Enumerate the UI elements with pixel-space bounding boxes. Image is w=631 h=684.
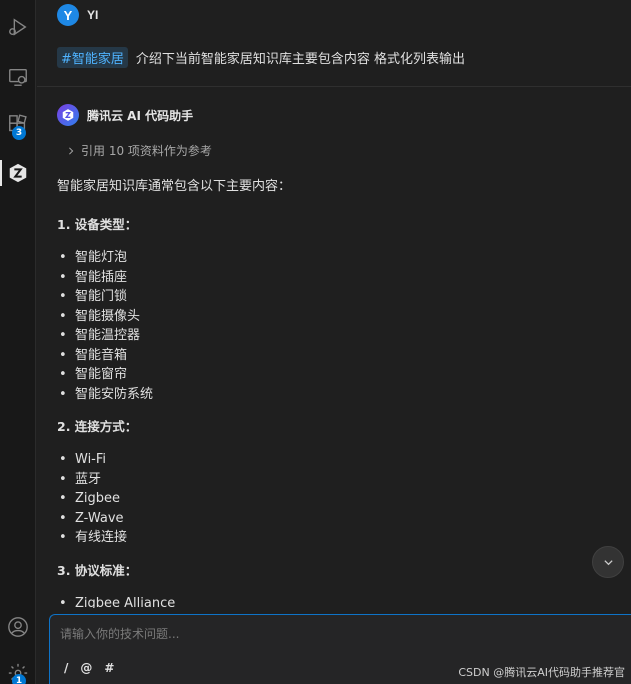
- user-message: #智能家居 介绍下当前智能家居知识库主要包含内容 格式化列表输出: [57, 47, 465, 68]
- list-item: 智能音箱: [57, 346, 611, 366]
- settings-gear-icon[interactable]: 1: [0, 656, 36, 684]
- user-message-text: 介绍下当前智能家居知识库主要包含内容 格式化列表输出: [135, 52, 466, 67]
- list-item: 智能温控器: [57, 326, 611, 346]
- section-list: 智能灯泡 智能插座 智能门锁 智能摄像头 智能温控器 智能音箱 智能窗帘 智能安…: [57, 248, 611, 404]
- answer-intro: 智能家居知识库通常包含以下主要内容：: [57, 179, 292, 194]
- references-label: 引用 10 项资料作为参考: [81, 144, 212, 158]
- scroll-to-bottom-button[interactable]: [592, 546, 624, 578]
- list-item: 蓝牙: [57, 470, 611, 490]
- knowledge-tag-button[interactable]: #: [104, 661, 114, 675]
- section-list: Zigbee Alliance: [57, 594, 611, 609]
- extensions-badge: 3: [12, 126, 26, 140]
- section-heading: 3. 协议标准：: [57, 562, 138, 578]
- question-input[interactable]: [60, 625, 621, 647]
- list-item: 智能安防系统: [57, 385, 611, 405]
- chat-panel: Y YI #智能家居 介绍下当前智能家居知识库主要包含内容 格式化列表输出 腾讯…: [37, 0, 631, 684]
- list-item: Wi-Fi: [57, 450, 611, 470]
- slash-command-button[interactable]: /: [64, 661, 68, 675]
- assistant-header: 腾讯云 AI 代码助手: [57, 104, 193, 126]
- list-item: 智能窗帘: [57, 365, 611, 385]
- mention-button[interactable]: @: [80, 661, 92, 675]
- user-avatar: Y: [57, 4, 79, 26]
- input-toolbar: / @ #: [64, 661, 114, 675]
- assistant-answer: 智能家居知识库通常包含以下主要内容： 1. 设备类型： 智能灯泡 智能插座 智能…: [57, 178, 611, 608]
- tencent-ai-assistant-icon[interactable]: [0, 156, 36, 190]
- list-item: 有线连接: [57, 528, 611, 548]
- list-item: 智能门锁: [57, 287, 611, 307]
- user-name: YI: [87, 8, 99, 22]
- chevron-down-icon: [603, 559, 613, 565]
- list-item: 智能灯泡: [57, 248, 611, 268]
- section-heading: 1. 设备类型：: [57, 217, 138, 232]
- remote-explorer-icon[interactable]: [0, 60, 36, 94]
- activity-bar: 3 1: [0, 0, 36, 684]
- list-item: Zigbee Alliance: [57, 594, 611, 609]
- message-divider: [37, 86, 631, 87]
- list-item: Z-Wave: [57, 509, 611, 529]
- list-item: 智能插座: [57, 268, 611, 288]
- list-item: 智能摄像头: [57, 307, 611, 327]
- assistant-logo-icon: [57, 104, 79, 126]
- extensions-icon[interactable]: 3: [0, 108, 36, 142]
- list-item: Zigbee: [57, 489, 611, 509]
- section-heading: 2. 连接方式：: [57, 419, 138, 434]
- chat-scroll-area[interactable]: Y YI #智能家居 介绍下当前智能家居知识库主要包含内容 格式化列表输出 腾讯…: [37, 0, 631, 608]
- watermark: CSDN @腾讯云AI代码助手推荐官: [458, 666, 625, 679]
- section-list: Wi-Fi 蓝牙 Zigbee Z-Wave 有线连接: [57, 450, 611, 548]
- run-debug-icon[interactable]: [0, 10, 36, 44]
- chevron-right-icon: [69, 146, 74, 155]
- references-toggle[interactable]: 引用 10 项资料作为参考: [67, 142, 212, 159]
- settings-badge: 1: [12, 674, 26, 684]
- knowledge-base-tag[interactable]: #智能家居: [57, 47, 128, 68]
- user-header: Y YI: [57, 4, 98, 26]
- assistant-name: 腾讯云 AI 代码助手: [87, 108, 194, 123]
- account-icon[interactable]: [0, 610, 36, 644]
